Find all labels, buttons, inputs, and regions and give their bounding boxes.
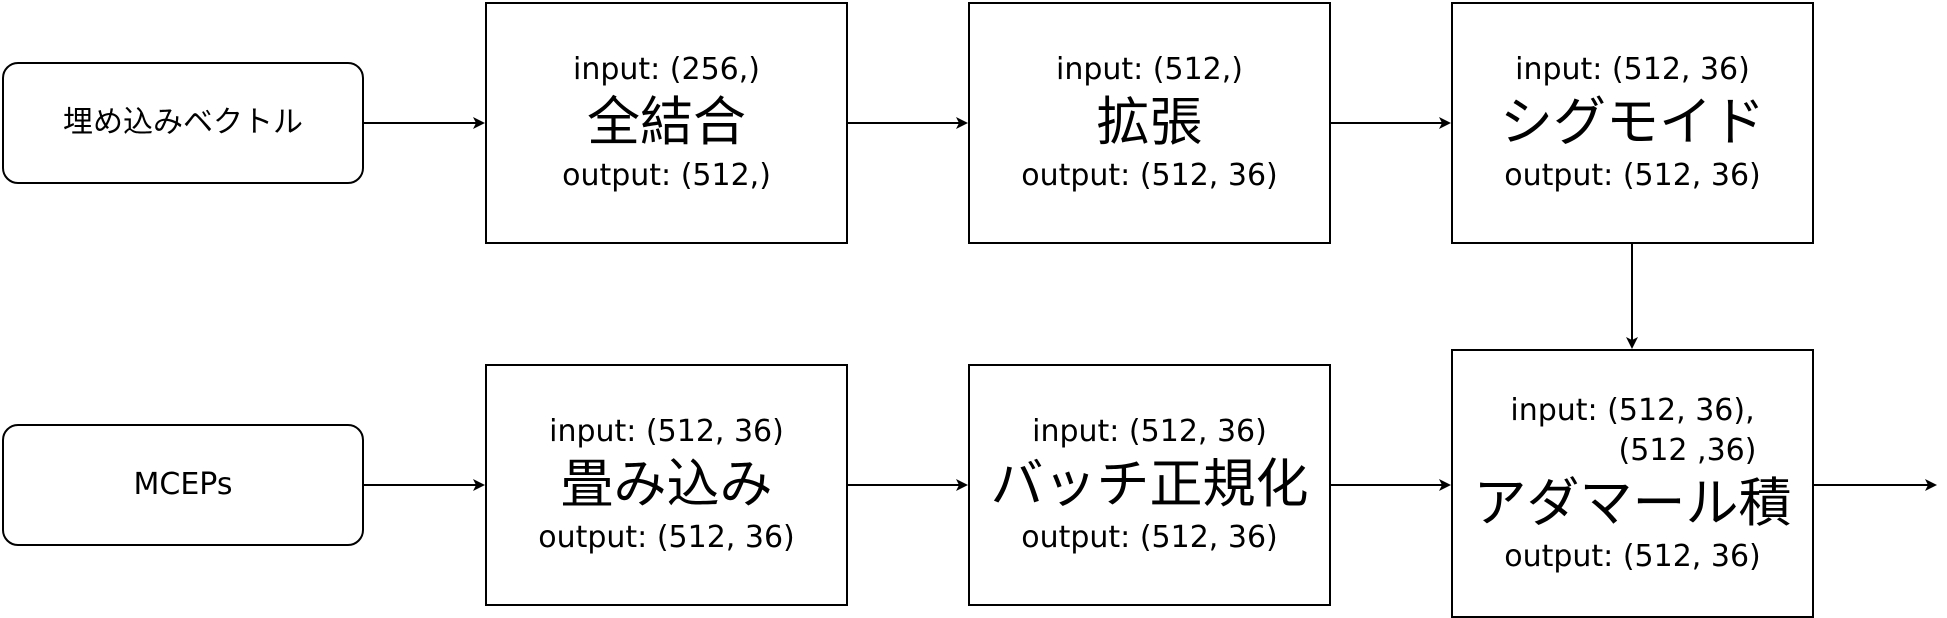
batch-norm-input: input: (512, 36) [1032, 414, 1267, 449]
fully-connected-title: 全結合 [587, 92, 746, 153]
batch-norm-title: バッチ正規化 [990, 454, 1309, 515]
embedding-vector-label: 埋め込みベクトル [63, 105, 303, 140]
convolution-title: 畳み込み [560, 454, 773, 515]
hadamard-title: アダマール積 [1473, 472, 1792, 534]
fully-connected-node: input: (256,) 全結合 output: (512,) [485, 2, 848, 244]
expand-title: 拡張 [1096, 92, 1203, 153]
batch-norm-output: output: (512, 36) [1021, 520, 1278, 555]
hadamard-product-node: input: (512, 36), (512 ,36) アダマール積 outpu… [1451, 349, 1814, 618]
batch-norm-node: input: (512, 36) バッチ正規化 output: (512, 36… [968, 364, 1331, 606]
expand-input: input: (512,) [1055, 52, 1244, 87]
mceps-label: MCEPs [133, 467, 233, 502]
hadamard-input-line1: input: (512, 36), [1510, 392, 1755, 428]
mceps-node: MCEPs [2, 424, 364, 546]
hadamard-input-line2: (512 ,36) [1618, 432, 1757, 468]
fully-connected-input: input: (256,) [572, 52, 761, 87]
sigmoid-title: シグモイド [1500, 92, 1765, 153]
convolution-input: input: (512, 36) [549, 414, 784, 449]
convolution-output: output: (512, 36) [538, 520, 795, 555]
sigmoid-node: input: (512, 36) シグモイド output: (512, 36) [1451, 2, 1814, 244]
expand-node: input: (512,) 拡張 output: (512, 36) [968, 2, 1331, 244]
sigmoid-output: output: (512, 36) [1504, 158, 1761, 193]
hadamard-output: output: (512, 36) [1504, 538, 1761, 574]
expand-output: output: (512, 36) [1021, 158, 1278, 193]
embedding-vector-node: 埋め込みベクトル [2, 62, 364, 184]
fully-connected-output: output: (512,) [562, 158, 771, 193]
sigmoid-input: input: (512, 36) [1515, 52, 1750, 87]
convolution-node: input: (512, 36) 畳み込み output: (512, 36) [485, 364, 848, 606]
